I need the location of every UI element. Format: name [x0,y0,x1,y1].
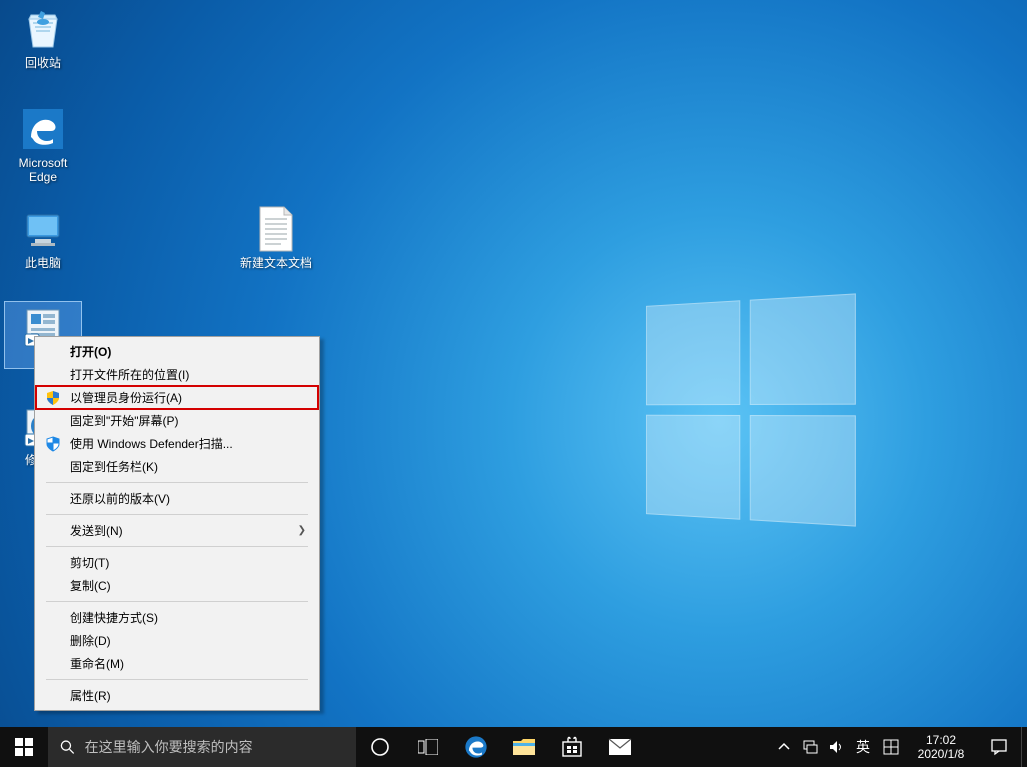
clock-time: 17:02 [926,733,956,747]
menu-separator [46,514,308,515]
tray-overflow-button[interactable] [771,727,797,767]
menu-separator [46,482,308,483]
search-icon [60,739,75,755]
store-icon [561,736,583,758]
wallpaper-windows-logo [646,293,856,526]
taskbar-app-mail[interactable] [596,727,644,767]
cortana-icon [370,737,390,757]
menu-item-send-to[interactable]: 发送到(N) ❯ [36,519,318,542]
edge-icon [463,734,489,760]
desktop-icon-edge[interactable]: Microsoft Edge [5,105,81,185]
taskbar-search-input[interactable] [85,739,344,755]
taskbar-cortana[interactable] [356,727,404,767]
tray-ime-lang[interactable]: 英 [849,727,877,767]
desktop-icon-label: 新建文本文档 [238,255,314,271]
menu-item-run-as-admin[interactable]: 以管理员身份运行(A) [36,386,318,409]
show-desktop-button[interactable] [1021,727,1027,767]
edge-icon [19,105,67,153]
menu-item-cut[interactable]: 剪切(T) [36,551,318,574]
taskbar-clock[interactable]: 17:02 2020/1/8 [905,727,977,767]
context-menu: 打开(O) 打开文件所在的位置(I) 以管理员身份运行(A) 固定到"开始"屏幕… [34,336,320,711]
chevron-right-icon: ❯ [298,525,306,536]
taskbar-app-file-explorer[interactable] [500,727,548,767]
system-tray: 英 17:02 2020/1/8 [771,727,1027,767]
desktop-icon-recycle-bin[interactable]: 回收站 [5,5,81,71]
desktop-icon-label: 回收站 [5,55,81,71]
tray-network-button[interactable] [797,727,823,767]
menu-item-properties[interactable]: 属性(R) [36,684,318,707]
action-center-button[interactable] [977,727,1021,767]
menu-separator [46,679,308,680]
menu-item-defender-scan[interactable]: 使用 Windows Defender扫描... [36,432,318,455]
mail-icon [608,738,632,756]
tray-ime-mode[interactable] [877,727,905,767]
uac-shield-icon [45,390,61,406]
taskbar-search[interactable] [48,727,356,767]
desktop-icon-text-doc[interactable]: 新建文本文档 [238,205,314,271]
volume-icon [828,739,844,755]
network-icon [802,739,818,755]
notification-icon [990,738,1008,756]
menu-item-rename[interactable]: 重命名(M) [36,652,318,675]
menu-item-delete[interactable]: 删除(D) [36,629,318,652]
desktop-icon-this-pc[interactable]: 此电脑 [5,205,81,271]
menu-separator [46,601,308,602]
ime-mode-icon [883,739,899,755]
taskbar-app-store[interactable] [548,727,596,767]
menu-item-open[interactable]: 打开(O) [36,340,318,363]
text-file-icon [252,205,300,253]
recycle-bin-icon [19,5,67,53]
task-view-icon [418,739,438,755]
taskbar-task-view[interactable] [404,727,452,767]
start-button[interactable] [0,727,48,767]
folder-icon [512,737,536,757]
taskbar-app-edge[interactable] [452,727,500,767]
this-pc-icon [19,205,67,253]
defender-shield-icon [45,436,61,452]
menu-separator [46,546,308,547]
menu-item-open-file-location[interactable]: 打开文件所在的位置(I) [36,363,318,386]
windows-logo-icon [15,738,33,756]
menu-item-pin-to-start[interactable]: 固定到"开始"屏幕(P) [36,409,318,432]
desktop-icon-label: Microsoft Edge [5,155,81,185]
clock-date: 2020/1/8 [918,747,965,761]
tray-volume-button[interactable] [823,727,849,767]
menu-item-create-shortcut[interactable]: 创建快捷方式(S) [36,606,318,629]
taskbar: 英 17:02 2020/1/8 [0,727,1027,767]
menu-item-previous-versions[interactable]: 还原以前的版本(V) [36,487,318,510]
desktop-icon-label: 此电脑 [5,255,81,271]
chevron-up-icon [778,741,790,753]
menu-item-pin-to-taskbar[interactable]: 固定到任务栏(K) [36,455,318,478]
menu-item-copy[interactable]: 复制(C) [36,574,318,597]
